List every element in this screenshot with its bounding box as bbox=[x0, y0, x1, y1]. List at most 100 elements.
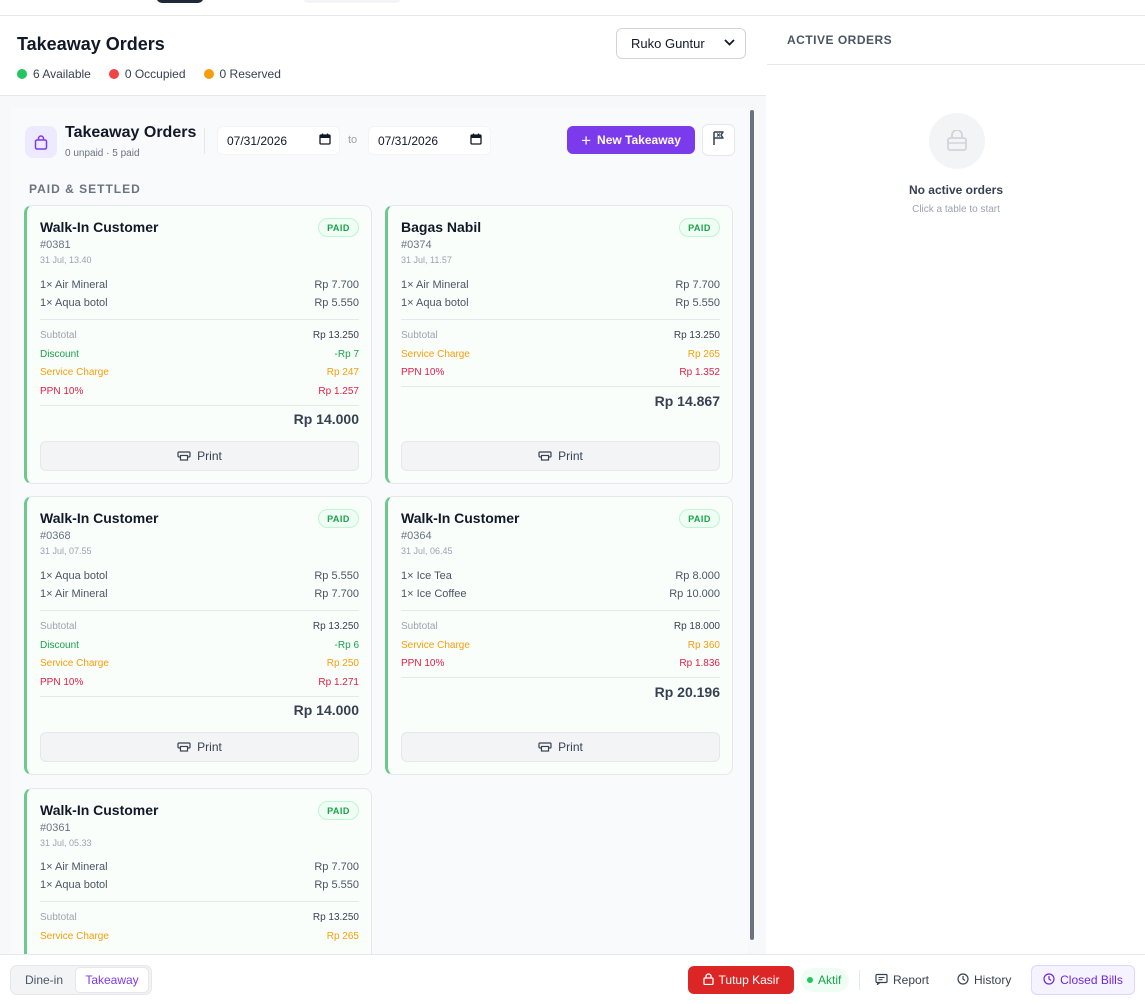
status-reserved: 0 Reserved bbox=[203, 67, 281, 81]
status-badge: PAID bbox=[679, 218, 720, 237]
active-orders-title: ACTIVE ORDERS bbox=[787, 33, 893, 47]
date-from-input[interactable]: 07/31/2026 bbox=[217, 126, 340, 155]
divider bbox=[40, 405, 359, 406]
history-button[interactable]: History bbox=[957, 966, 1011, 994]
status-occupied: 0 Occupied bbox=[108, 67, 186, 81]
print-button[interactable]: Print bbox=[401, 441, 720, 471]
flag-icon bbox=[711, 130, 727, 151]
report-icon bbox=[875, 973, 888, 988]
flag-button[interactable] bbox=[702, 124, 735, 156]
takeaway-panel: Takeaway Orders 0 unpaid · 5 paid 07/31/… bbox=[10, 108, 748, 954]
section-label-paid: PAID & SETTLED bbox=[29, 182, 141, 196]
calendar-icon[interactable] bbox=[470, 133, 482, 148]
divider bbox=[401, 319, 720, 320]
discount-row: Discount -Rp 6 bbox=[40, 640, 359, 651]
close-register-button[interactable]: Tutup Kasir bbox=[688, 966, 794, 994]
empty-bag-icon bbox=[929, 113, 985, 169]
chevron-down-icon bbox=[724, 38, 735, 49]
subtotal-row: Subtotal Rp 13.250 bbox=[40, 330, 359, 341]
status-badge: PAID bbox=[318, 801, 359, 820]
mode-toggle: Dine-in Takeaway bbox=[10, 965, 152, 995]
takeaway-title: Takeaway Orders bbox=[65, 124, 197, 141]
order-time: 31 Jul, 05.33 bbox=[40, 838, 92, 848]
order-total: Rp 14.000 bbox=[293, 411, 359, 427]
divider bbox=[401, 677, 720, 678]
calendar-icon[interactable] bbox=[319, 133, 331, 148]
active-orders-header: ACTIVE ORDERS bbox=[767, 16, 1145, 65]
ppn-row: PPN 10% Rp 1.352 bbox=[401, 367, 720, 378]
divider bbox=[204, 128, 205, 154]
order-number: #0361 bbox=[40, 822, 71, 834]
order-time: 31 Jul, 07.55 bbox=[40, 546, 92, 556]
report-button[interactable]: Report bbox=[875, 966, 929, 994]
scrollbar[interactable] bbox=[750, 110, 754, 940]
order-time: 31 Jul, 13.40 bbox=[40, 255, 92, 265]
page-title: Takeaway Orders bbox=[17, 34, 165, 54]
order-time: 31 Jul, 11.57 bbox=[401, 255, 452, 265]
content-area: Takeaway Orders 0 unpaid · 5 paid 07/31/… bbox=[0, 96, 766, 954]
subtotal-row: Subtotal Rp 13.250 bbox=[40, 912, 359, 923]
status-badge: PAID bbox=[318, 218, 359, 237]
order-item: 1× Air Mineral Rp 7.700 bbox=[401, 279, 720, 291]
service-charge-row: Service Charge Rp 247 bbox=[40, 367, 359, 378]
order-number: #0364 bbox=[401, 530, 432, 542]
order-item: 1× Air Mineral Rp 7.700 bbox=[40, 588, 359, 600]
service-charge-row: Service Charge Rp 360 bbox=[401, 640, 720, 651]
reserved-dot-icon bbox=[203, 69, 214, 79]
date-to-input[interactable]: 07/31/2026 bbox=[368, 126, 491, 155]
order-number: #0368 bbox=[40, 530, 71, 542]
register-status-badge: Aktif bbox=[801, 968, 850, 992]
ppn-row: PPN 10% Rp 1.836 bbox=[401, 658, 720, 669]
nav-pill[interactable] bbox=[302, 0, 402, 3]
service-charge-row: Service Charge Rp 265 bbox=[401, 349, 720, 360]
print-button[interactable]: Print bbox=[40, 441, 359, 471]
customer-name: Walk-In Customer bbox=[40, 802, 159, 818]
orders-header: Takeaway Orders 6 Available 0 Occupied 0… bbox=[0, 16, 766, 96]
ppn-row: PPN 10% Rp 1.257 bbox=[40, 386, 359, 397]
order-number: #0381 bbox=[40, 239, 71, 251]
service-charge-row: Service Charge Rp 265 bbox=[40, 931, 359, 942]
shopping-bag-icon bbox=[25, 126, 57, 158]
order-card[interactable]: Bagas Nabil PAID #0374 31 Jul, 11.57 1× … bbox=[385, 205, 733, 484]
divider bbox=[401, 386, 720, 387]
printer-icon bbox=[538, 449, 552, 464]
order-card[interactable]: Walk-In Customer PAID #0368 31 Jul, 07.5… bbox=[24, 496, 372, 775]
orders-panel: Takeaway Orders 6 Available 0 Occupied 0… bbox=[0, 16, 766, 954]
order-card[interactable]: Walk-In Customer PAID #0364 31 Jul, 06.4… bbox=[385, 496, 733, 775]
tab-takeaway[interactable]: Takeaway bbox=[75, 967, 149, 993]
top-nav-strip bbox=[0, 0, 1145, 16]
divider bbox=[401, 610, 720, 611]
lock-icon bbox=[702, 972, 714, 988]
printer-icon bbox=[177, 740, 191, 755]
print-button[interactable]: Print bbox=[401, 732, 720, 762]
tab-dine-in[interactable]: Dine-in bbox=[13, 967, 75, 993]
divider bbox=[40, 901, 359, 902]
divider bbox=[40, 696, 359, 697]
order-card[interactable]: Walk-In Customer PAID #0381 31 Jul, 13.4… bbox=[24, 205, 372, 484]
takeaway-summary: 0 unpaid · 5 paid bbox=[65, 148, 140, 159]
ppn-row: PPN 10% Rp 1.271 bbox=[40, 677, 359, 688]
order-item: 1× Aqua botol Rp 5.550 bbox=[40, 570, 359, 582]
new-takeaway-button[interactable]: + New Takeaway bbox=[567, 126, 695, 154]
active-orders-panel: ACTIVE ORDERS No active orders Click a t… bbox=[767, 16, 1145, 954]
service-charge-row: Service Charge Rp 250 bbox=[40, 658, 359, 669]
order-card[interactable]: Walk-In Customer PAID #0361 31 Jul, 05.3… bbox=[24, 788, 372, 954]
customer-name: Walk-In Customer bbox=[40, 219, 159, 235]
customer-name: Walk-In Customer bbox=[40, 510, 159, 526]
clock-icon bbox=[1043, 972, 1055, 988]
order-total: Rp 14.867 bbox=[654, 393, 720, 409]
outlet-select[interactable]: Ruko Guntur bbox=[616, 28, 746, 59]
print-button[interactable]: Print bbox=[40, 732, 359, 762]
nav-pill-active[interactable] bbox=[156, 0, 204, 3]
divider bbox=[859, 970, 860, 990]
printer-icon bbox=[177, 449, 191, 464]
order-number: #0374 bbox=[401, 239, 432, 251]
order-item: 1× Ice Coffee Rp 10.000 bbox=[401, 588, 720, 600]
empty-state-title: No active orders bbox=[908, 183, 1004, 197]
divider bbox=[40, 610, 359, 611]
date-range-separator: to bbox=[348, 134, 358, 146]
printer-icon bbox=[538, 740, 552, 755]
subtotal-row: Subtotal Rp 18.000 bbox=[401, 621, 720, 632]
closed-bills-button[interactable]: Closed Bills bbox=[1031, 965, 1135, 995]
divider bbox=[40, 319, 359, 320]
